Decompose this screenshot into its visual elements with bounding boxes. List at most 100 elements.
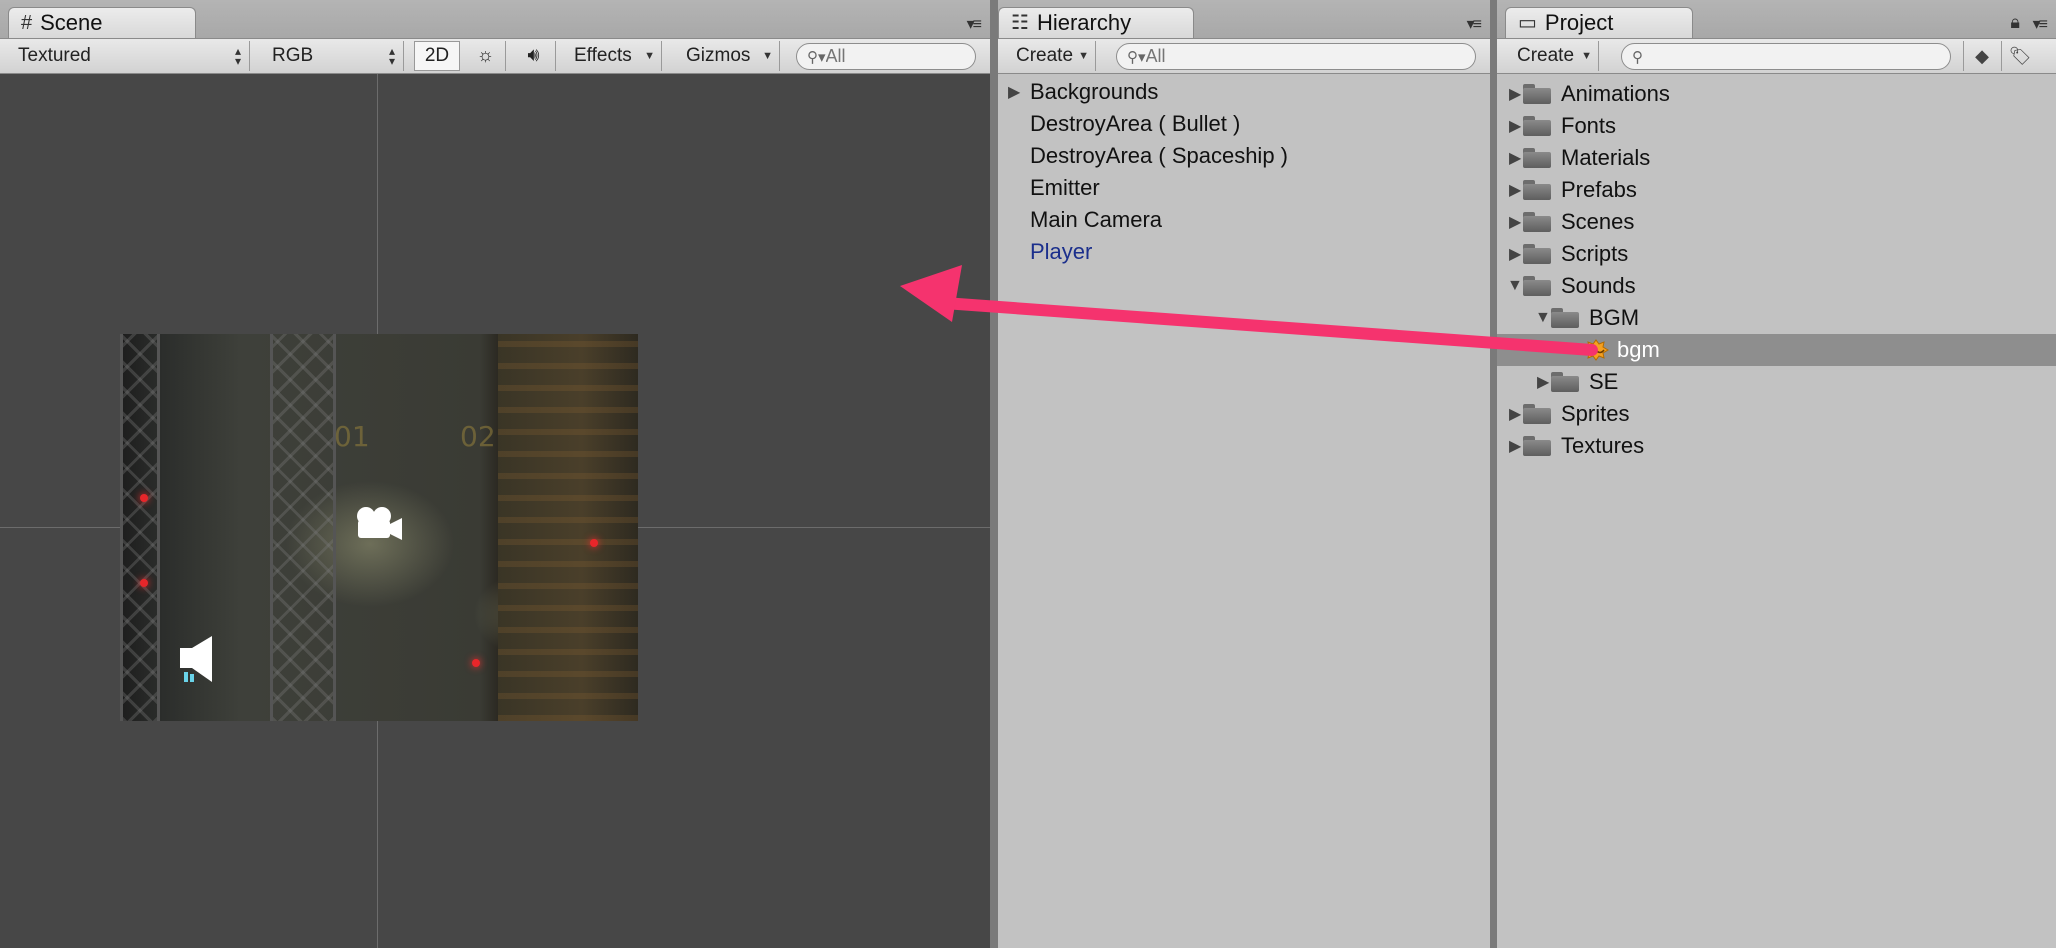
gizmos-dropdown[interactable]: Gizmos ▼ bbox=[678, 41, 780, 71]
project-toolbar: Create ▼ ⚲ ◆ 🏷︎ bbox=[1497, 38, 2056, 74]
tab-hierarchy-label: Hierarchy bbox=[1036, 10, 1132, 35]
sun-icon: ☼ bbox=[476, 45, 495, 66]
project-item-textures[interactable]: ▶ Textures bbox=[1497, 430, 2056, 462]
project-create-button[interactable]: Create ▼ bbox=[1509, 41, 1599, 71]
collapse-arrow-icon[interactable]: ▼ bbox=[1535, 309, 1551, 327]
tab-project[interactable]: ▭ Project bbox=[1505, 7, 1693, 38]
hierarchy-toolbar: Create ▼ ⚲▾ bbox=[998, 38, 1490, 74]
project-item-sprites[interactable]: ▶ Sprites bbox=[1497, 398, 2056, 430]
project-item-label: Scripts bbox=[1561, 241, 1629, 266]
audio-toggle[interactable]: 🔊︎ bbox=[512, 41, 556, 71]
red-light bbox=[140, 494, 148, 502]
folder-icon bbox=[1523, 212, 1551, 232]
folder-icon bbox=[1523, 148, 1551, 168]
project-item-animations[interactable]: ▶ Animations bbox=[1497, 78, 2056, 110]
truss-mid bbox=[270, 334, 336, 721]
hierarchy-item-label: Backgrounds bbox=[1030, 79, 1159, 104]
expand-arrow-icon[interactable]: ▶ bbox=[1509, 116, 1521, 136]
folder-icon bbox=[1523, 404, 1551, 424]
expand-arrow-icon[interactable]: ▶ bbox=[1509, 148, 1521, 168]
project-item-se[interactable]: ▶ SE bbox=[1497, 366, 2056, 398]
filter-by-label-button[interactable]: 🏷︎ bbox=[2001, 41, 2038, 71]
project-tree: ▶ Animations ▶ Fonts ▶ Materials ▶ Prefa… bbox=[1497, 74, 2056, 948]
hierarchy-search-field[interactable]: ⚲▾ bbox=[1116, 43, 1476, 70]
project-item-prefabs[interactable]: ▶ Prefabs bbox=[1497, 174, 2056, 206]
project-item-label: BGM bbox=[1589, 305, 1640, 330]
camera-gizmo-icon[interactable] bbox=[352, 504, 406, 551]
scene-search-field[interactable]: ⚲▾ bbox=[796, 43, 976, 70]
project-item-label: Fonts bbox=[1561, 113, 1617, 138]
list-icon: ☷ bbox=[1011, 12, 1029, 34]
hierarchy-item-player[interactable]: Player bbox=[998, 236, 1490, 268]
expand-arrow-icon[interactable]: ▶ bbox=[1509, 212, 1521, 232]
scene-search-input[interactable] bbox=[825, 46, 966, 67]
expand-arrow-icon[interactable]: ▶ bbox=[1509, 436, 1521, 456]
scene-view[interactable]: 01 02 bbox=[0, 74, 990, 948]
scene-panel: # Scene ▾≡ Textured ▴ ▾ RGB ▴ ▾ 2D ☼ 🔊︎ Ef… bbox=[0, 0, 990, 948]
collapse-arrow-icon[interactable]: ▼ bbox=[1507, 277, 1523, 295]
color-mode-dropdown[interactable]: RGB ▴ ▾ bbox=[264, 41, 404, 71]
red-light bbox=[590, 539, 598, 547]
project-search-input[interactable] bbox=[1643, 46, 1783, 67]
project-item-fonts[interactable]: ▶ Fonts bbox=[1497, 110, 2056, 142]
hierarchy-item-destroyarea-spaceship[interactable]: DestroyArea ( Spaceship ) bbox=[998, 140, 1490, 172]
hierarchy-panel: ☷ Hierarchy ▾≡ Create ▼ ⚲▾ ▶ Backgrounds… bbox=[998, 0, 1490, 948]
create-label: Create bbox=[1016, 45, 1074, 66]
lighting-toggle[interactable]: ☼ bbox=[466, 41, 506, 71]
hierarchy-item-label: Emitter bbox=[1030, 175, 1100, 200]
updown-arrows-icon: ▴ ▾ bbox=[388, 44, 395, 68]
effects-dropdown[interactable]: Effects ▼ bbox=[566, 41, 662, 71]
panel-menu-icon[interactable]: ▾≡ bbox=[2033, 14, 2048, 34]
dropdown-arrow-icon: ▼ bbox=[1581, 50, 1592, 62]
project-item-bgm-audio[interactable]: bgm bbox=[1497, 334, 2056, 366]
folder-icon: ▭ bbox=[1518, 12, 1537, 34]
expand-arrow-icon[interactable]: ▶ bbox=[1008, 82, 1020, 102]
audio-source-gizmo-icon[interactable] bbox=[178, 634, 218, 692]
filter-by-type-button[interactable]: ◆ bbox=[1963, 41, 2000, 71]
project-panel: ▭ Project 🔒︎ ▾≡ Create ▼ ⚲ ◆ 🏷︎ ▶ Animat… bbox=[1497, 0, 2056, 948]
shapes-icon: ◆ bbox=[1975, 45, 1989, 66]
tab-scene[interactable]: # Scene bbox=[8, 7, 196, 38]
hierarchy-item-label: Main Camera bbox=[1030, 207, 1163, 232]
red-light bbox=[140, 579, 148, 587]
hierarchy-item-emitter[interactable]: Emitter bbox=[998, 172, 1490, 204]
project-item-label: bgm bbox=[1617, 337, 1660, 362]
hierarchy-item-label: DestroyArea ( Bullet ) bbox=[1030, 111, 1241, 136]
speaker-icon-shape bbox=[180, 636, 212, 682]
camera-icon-shape bbox=[357, 507, 402, 540]
hierarchy-create-button[interactable]: Create ▼ bbox=[1008, 41, 1096, 71]
hierarchy-item-backgrounds[interactable]: ▶ Backgrounds bbox=[998, 76, 1490, 108]
panel-menu-icon[interactable]: ▾≡ bbox=[967, 14, 982, 34]
hierarchy-item-destroyarea-bullet[interactable]: DestroyArea ( Bullet ) bbox=[998, 108, 1490, 140]
search-icon: ⚲▾ bbox=[1127, 48, 1146, 66]
project-search-field[interactable]: ⚲ bbox=[1621, 43, 1951, 70]
project-item-label: SE bbox=[1589, 369, 1619, 394]
project-item-materials[interactable]: ▶ Materials bbox=[1497, 142, 2056, 174]
red-light bbox=[472, 659, 480, 667]
bg-label-01: 01 bbox=[334, 420, 370, 453]
lock-icon[interactable]: 🔒︎ bbox=[2010, 12, 2020, 33]
expand-arrow-icon[interactable]: ▶ bbox=[1537, 372, 1549, 392]
expand-arrow-icon[interactable]: ▶ bbox=[1509, 404, 1521, 424]
toggle-2d-button[interactable]: 2D bbox=[414, 41, 460, 71]
color-mode-value: RGB bbox=[272, 45, 314, 66]
hierarchy-search-input[interactable] bbox=[1145, 46, 1286, 67]
folder-icon bbox=[1523, 180, 1551, 200]
expand-arrow-icon[interactable]: ▶ bbox=[1509, 84, 1521, 104]
render-mode-dropdown[interactable]: Textured ▴ ▾ bbox=[10, 41, 250, 71]
tab-hierarchy[interactable]: ☷ Hierarchy bbox=[998, 7, 1194, 38]
folder-icon bbox=[1551, 372, 1579, 392]
expand-arrow-icon[interactable]: ▶ bbox=[1509, 244, 1521, 264]
project-item-label: Animations bbox=[1561, 81, 1670, 106]
tab-scene-label: Scene bbox=[40, 10, 103, 35]
hierarchy-item-main-camera[interactable]: Main Camera bbox=[998, 204, 1490, 236]
project-item-label: Prefabs bbox=[1561, 177, 1637, 202]
project-item-scenes[interactable]: ▶ Scenes bbox=[1497, 206, 2056, 238]
panel-menu-icon[interactable]: ▾≡ bbox=[1467, 14, 1482, 34]
dropdown-arrow-icon: ▼ bbox=[1078, 50, 1089, 62]
updown-arrows-icon: ▴ ▾ bbox=[234, 44, 241, 68]
expand-arrow-icon[interactable]: ▶ bbox=[1509, 180, 1521, 200]
project-item-bgm-folder[interactable]: ▼ BGM bbox=[1497, 302, 2056, 334]
project-item-scripts[interactable]: ▶ Scripts bbox=[1497, 238, 2056, 270]
project-item-sounds[interactable]: ▼ Sounds bbox=[1497, 270, 2056, 302]
